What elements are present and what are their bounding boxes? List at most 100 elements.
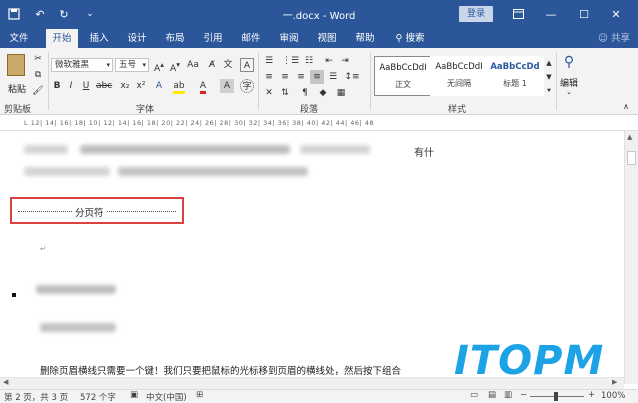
chevron-down-icon: ▾ [142,61,146,69]
macro-icon[interactable]: ⊞ [196,390,203,400]
blurred-text [24,145,68,154]
tab-design[interactable]: 设计 [122,29,152,48]
tab-search[interactable]: ⚲ 搜索 [388,29,432,48]
paragraph-group-label: 段落 [300,105,319,115]
text-effects-icon[interactable]: A [152,79,166,93]
distributed-icon[interactable]: ☰ [326,70,340,84]
align-right-icon[interactable]: ≡ [294,70,308,84]
line-spacing-icon[interactable]: ↕≡ [344,70,360,84]
style-no-spacing[interactable]: AaBbCcDdI 无间隔 [430,56,488,96]
close-icon[interactable]: ✕ [608,6,624,22]
highlight-icon[interactable]: ab [172,79,186,94]
status-bar: 第 2 页，共 3 页 572 个字 ▣ 中文(中国) ⊞ ▭ ▤ ▥ − + … [0,389,638,403]
char-shading-icon[interactable]: A [220,79,234,93]
justify-icon[interactable]: ≡ [310,70,324,84]
body-paragraph: 删除页眉横线只需要一个键！我们只要把鼠标的光标移到页眉的横线处，然后按下组合 [40,366,402,377]
sort-icon[interactable]: ⇅ [278,86,292,100]
web-layout-icon[interactable]: ▥ [504,390,512,400]
decrease-indent-icon[interactable]: ⇤ [322,54,336,68]
language-status[interactable]: 中文(中国) [146,391,187,403]
style-normal[interactable]: AaBbCcDdI 正文 [374,56,432,96]
align-center-icon[interactable]: ≡ [278,70,292,84]
style-heading-1[interactable]: AaBbCcDd 标题 1 [486,56,544,96]
increase-indent-icon[interactable]: ⇥ [338,54,352,68]
search-label: 搜索 [405,33,425,44]
separator [258,52,259,110]
scroll-right-icon[interactable]: ▶ [612,378,617,386]
ribbon-home: 粘贴 ✂ ⧉ 🖌 剪贴板 微软雅黑 ▾ 五号 ▾ A▴ A▾ Aa A̸ 文 A… [0,48,638,115]
align-left-icon[interactable]: ≡ [262,70,276,84]
numbering-icon[interactable]: ⋮☰ [282,54,299,68]
strikethrough-icon[interactable]: abc [96,79,112,93]
tab-mailings[interactable]: 邮件 [236,29,266,48]
copy-icon[interactable]: ⧉ [32,68,44,82]
font-name-select[interactable]: 微软雅黑 ▾ [51,58,113,72]
clipboard-group-label: 剪贴板 [4,105,32,115]
char-border-icon[interactable]: A [240,58,254,72]
show-marks-icon[interactable]: ¶ [298,86,312,100]
login-button[interactable]: 登录 [459,6,493,22]
bullets-icon[interactable]: ☰ [262,54,276,68]
proofing-icon[interactable]: ▣ [130,390,138,400]
separator [370,52,371,110]
tab-help[interactable]: 帮助 [350,29,380,48]
borders-icon[interactable]: ▦ [334,86,348,100]
multilevel-list-icon[interactable]: ☷ [302,54,316,68]
horizontal-ruler[interactable]: L 12| 14| 16| 18| 10| 12| 14| 16| 18| 20… [0,116,638,131]
clear-format-icon[interactable]: A̸ [206,58,218,72]
tab-file[interactable]: 文件 [4,29,34,48]
zoom-in-icon[interactable]: + [588,390,595,400]
scroll-up-icon[interactable]: ▲ [627,133,632,141]
read-mode-icon[interactable]: ▭ [470,390,478,400]
search-icon: ⚲ [395,33,403,44]
tab-view[interactable]: 视图 [312,29,342,48]
tab-insert[interactable]: 插入 [84,29,114,48]
vertical-scrollbar[interactable]: ▲ [624,131,638,384]
styles-group-label: 样式 [448,105,467,115]
clipboard-icon [7,54,25,76]
tab-references[interactable]: 引用 [198,29,228,48]
print-layout-icon[interactable]: ▤ [488,390,496,400]
font-size-select[interactable]: 五号 ▾ [115,58,149,72]
paste-label: 粘贴 [7,85,26,95]
chinese-layout-icon[interactable]: ✕ [262,86,276,100]
editing-button[interactable]: ⚲ 编辑 ⌄ [558,52,580,96]
bold-icon[interactable]: B [51,79,63,93]
subscript-icon[interactable]: x₂ [118,79,132,93]
change-case-icon[interactable]: Aa [186,58,200,72]
enclose-char-icon[interactable]: 字 [240,79,254,93]
phonetic-guide-icon[interactable]: 文 [222,58,234,72]
word-count[interactable]: 572 个字 [80,391,116,403]
styles-more-icon[interactable]: ⯆ [544,84,554,98]
zoom-level[interactable]: 100% [601,391,625,401]
zoom-thumb[interactable] [554,392,558,401]
shrink-font-icon[interactable]: A▾ [168,58,182,74]
paste-button[interactable]: 粘贴 [4,52,30,96]
font-color-icon[interactable]: A [196,79,210,94]
tab-layout[interactable]: 布局 [160,29,190,48]
horizontal-scrollbar[interactable]: ◀ ▶ [0,377,624,389]
italic-icon[interactable]: I [65,79,77,93]
tab-review[interactable]: 审阅 [274,29,304,48]
scroll-left-icon[interactable]: ◀ [3,378,8,386]
collapse-ribbon-icon[interactable]: ∧ [620,100,632,114]
grow-font-icon[interactable]: A▴ [152,58,166,74]
page-count[interactable]: 第 2 页，共 3 页 [4,391,68,403]
shading-icon[interactable]: ◆ [316,86,330,100]
styles-scroll-up-icon[interactable]: ▲ [544,56,554,70]
format-painter-icon[interactable]: 🖌 [32,84,44,98]
bullet-marker [12,293,16,297]
ribbon-display-icon[interactable] [510,6,526,22]
scroll-thumb[interactable] [627,151,636,165]
blurred-text [40,323,116,332]
maximize-icon[interactable]: ☐ [576,6,592,22]
cut-icon[interactable]: ✂ [32,52,44,66]
share-button[interactable]: ☺ 共享 [594,29,634,48]
zoom-slider[interactable] [530,392,584,401]
underline-icon[interactable]: U [79,79,93,93]
zoom-out-icon[interactable]: − [520,390,527,400]
minimize-icon[interactable]: — [543,6,559,22]
superscript-icon[interactable]: x² [134,79,148,93]
styles-scroll-down-icon[interactable]: ▼ [544,70,554,84]
tab-home[interactable]: 开始 [46,29,78,48]
